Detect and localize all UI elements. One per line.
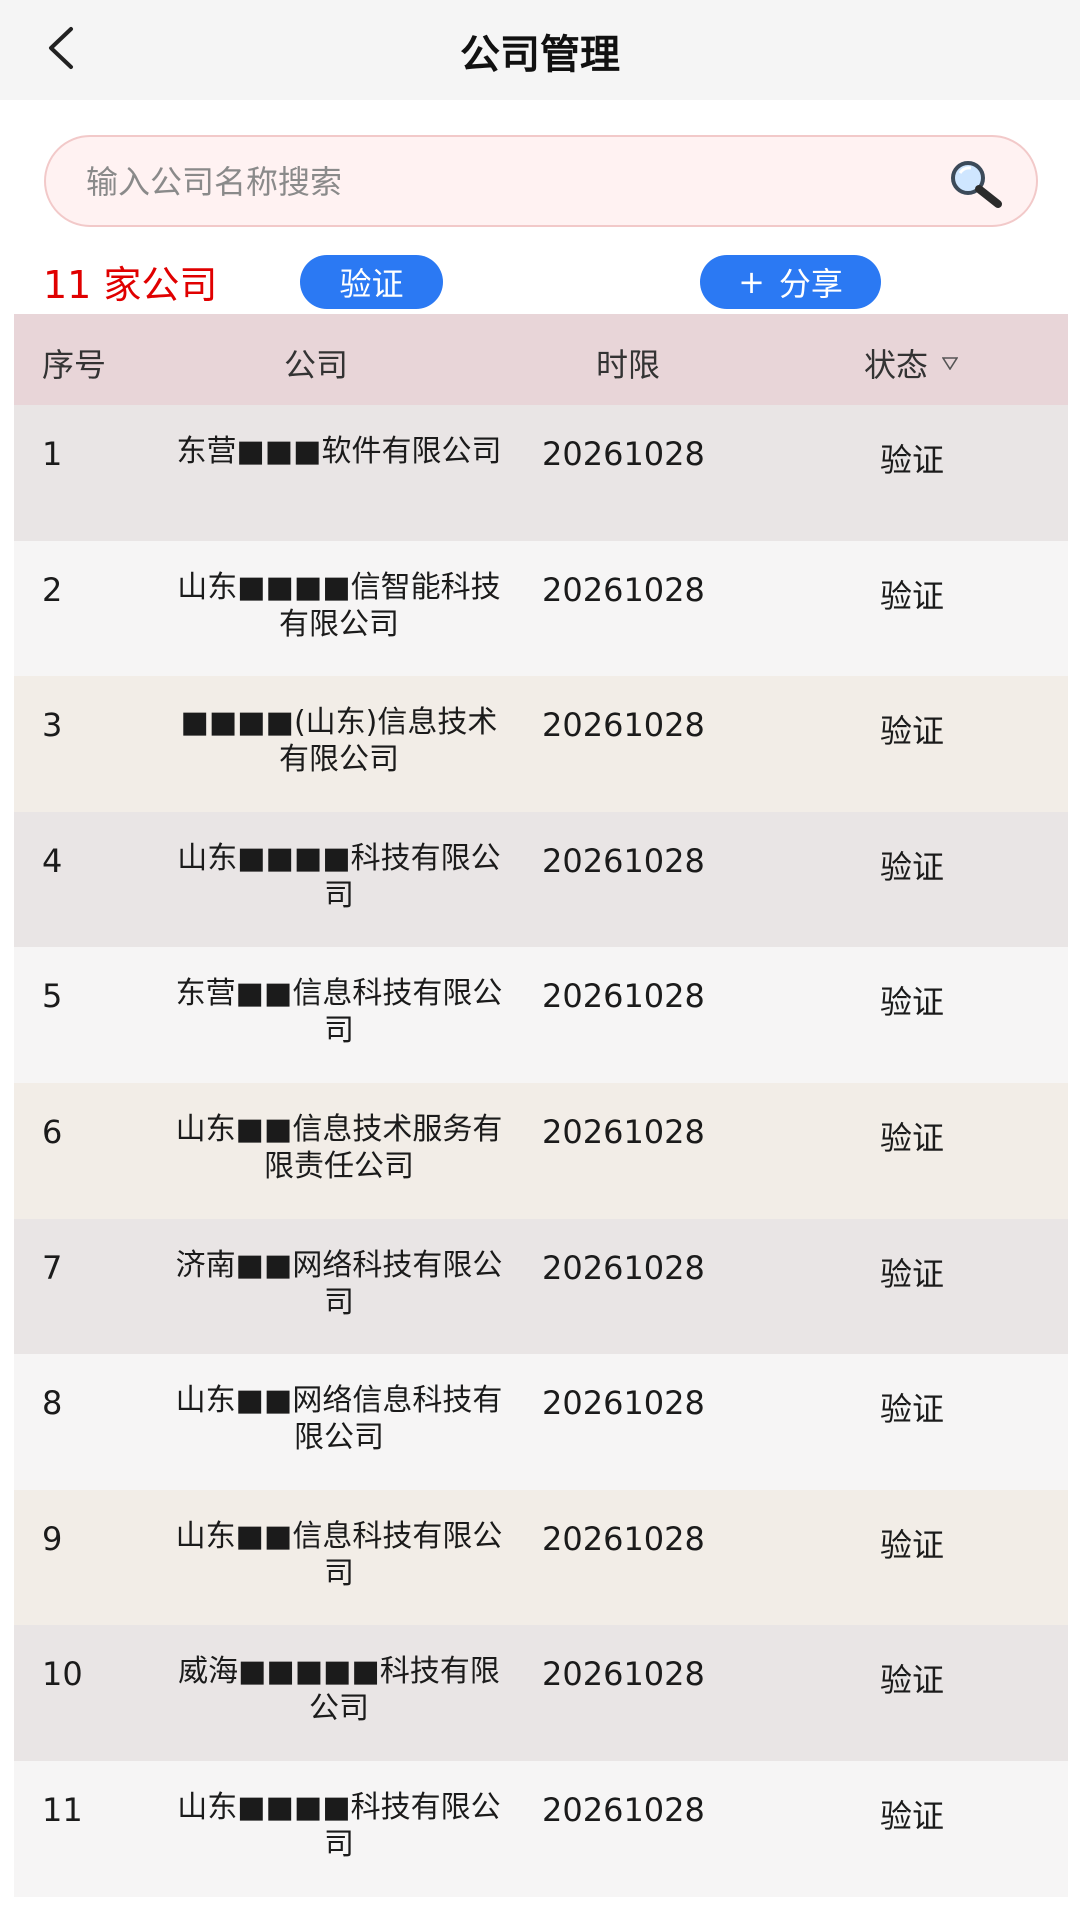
row-status[interactable]: 验证 <box>880 706 944 752</box>
row-term: 20261028 <box>542 435 705 473</box>
table-row[interactable]: 11 山东■■■■科技有限公司 20261028 验证 <box>14 1760 1068 1897</box>
row-term: 20261028 <box>542 570 705 609</box>
row-term: 20261028 <box>542 706 705 745</box>
column-header-term: 时限 <box>596 346 661 384</box>
row-index: 11 <box>42 1790 83 1829</box>
row-company-name: 山东■■信息科技有限公司 <box>175 1518 503 1591</box>
row-index: 2 <box>42 570 63 609</box>
row-term: 20261028 <box>542 1384 705 1423</box>
row-term: 20261028 <box>542 1519 705 1558</box>
search-button[interactable] <box>946 157 1006 209</box>
top-bar: 公司管理 <box>0 0 1080 100</box>
row-status[interactable]: 验证 <box>880 1791 944 1837</box>
table-row[interactable]: 2 山东■■■■信智能科技有限公司 20261028 验证 <box>14 540 1068 677</box>
row-index: 8 <box>42 1384 63 1423</box>
row-index: 5 <box>42 977 63 1016</box>
row-status[interactable]: 验证 <box>880 1384 944 1430</box>
row-company-name: 山东■■■■信智能科技有限公司 <box>177 569 501 642</box>
share-button[interactable]: + 分享 <box>700 255 881 309</box>
table-row[interactable]: 3 ■■■■(山东)信息技术有限公司 20261028 验证 <box>14 676 1068 812</box>
sort-down-icon <box>942 357 959 370</box>
table-row[interactable]: 7 济南■■网络科技有限公司 20261028 验证 <box>14 1218 1068 1355</box>
table-row[interactable]: 10 威海■■■■■科技有限公司 20261028 验证 <box>14 1625 1068 1761</box>
table-header: 序号 公司 时限 状态 <box>14 314 1068 405</box>
row-term: 20261028 <box>542 841 705 880</box>
row-company-name: 山东■■■■科技有限公司 <box>177 840 501 913</box>
row-status[interactable]: 验证 <box>880 1520 944 1566</box>
company-table: 序号 公司 时限 状态 1 东营■■■软件有限公司 20261028 验证 2 山东■■■… <box>14 314 1068 1897</box>
row-status[interactable]: 验证 <box>880 435 944 481</box>
row-company-name: 济南■■网络科技有限公司 <box>175 1247 503 1320</box>
row-status[interactable]: 验证 <box>880 1655 944 1701</box>
row-term: 20261028 <box>542 977 705 1016</box>
row-index: 1 <box>42 435 63 473</box>
row-index: 9 <box>42 1519 63 1558</box>
table-row[interactable]: 5 东营■■信息科技有限公司 20261028 验证 <box>14 947 1068 1083</box>
column-header-status[interactable]: 状态 <box>864 340 959 386</box>
row-term: 20261028 <box>542 1248 705 1287</box>
table-row[interactable]: 6 山东■■信息技术服务有限责任公司 20261028 验证 <box>14 1082 1068 1219</box>
table-row[interactable]: 1 东营■■■软件有限公司 20261028 验证 <box>14 405 1068 541</box>
row-index: 10 <box>42 1655 83 1694</box>
row-company-name: 东营■■信息科技有限公司 <box>175 976 503 1049</box>
company-count-label: 11 家公司 <box>43 263 218 307</box>
column-header-status-label: 状态 <box>864 346 929 384</box>
row-term: 20261028 <box>542 1790 705 1829</box>
row-index: 7 <box>42 1248 63 1287</box>
row-status[interactable]: 验证 <box>880 977 944 1023</box>
share-label: 分享 <box>778 265 843 303</box>
plus-icon: + <box>738 263 765 301</box>
verify-button[interactable]: 验证 <box>300 255 443 309</box>
search-input[interactable] <box>86 153 926 211</box>
row-term: 20261028 <box>542 1655 705 1694</box>
row-status[interactable]: 验证 <box>880 1113 944 1159</box>
table-row[interactable]: 9 山东■■信息科技有限公司 20261028 验证 <box>14 1489 1068 1626</box>
row-company-name: ■■■■(山东)信息技术有限公司 <box>180 705 498 778</box>
row-company-name: 威海■■■■■科技有限公司 <box>178 1654 500 1727</box>
table-body: 1 东营■■■软件有限公司 20261028 验证 2 山东■■■■信智能科技有限公司 20… <box>14 405 1068 1897</box>
row-index: 6 <box>42 1112 63 1151</box>
row-index: 4 <box>42 841 63 880</box>
row-index: 3 <box>42 706 63 745</box>
table-row[interactable]: 8 山东■■网络信息科技有限公司 20261028 验证 <box>14 1354 1068 1490</box>
search-icon <box>951 161 1002 208</box>
row-status[interactable]: 验证 <box>880 1249 944 1295</box>
column-header-index: 序号 <box>42 346 107 384</box>
column-header-company: 公司 <box>284 346 349 384</box>
row-company-name: 山东■■网络信息科技有限公司 <box>175 1383 503 1456</box>
row-term: 20261028 <box>542 1112 705 1151</box>
row-company-name: 山东■■■■科技有限公司 <box>177 1789 501 1862</box>
row-company-name: 山东■■信息技术服务有限责任公司 <box>175 1111 503 1184</box>
search-bar <box>44 135 1038 227</box>
page-title: 公司管理 <box>460 32 620 78</box>
row-company-name: 东营■■■软件有限公司 <box>176 434 502 469</box>
row-status[interactable]: 验证 <box>880 571 944 617</box>
table-row[interactable]: 4 山东■■■■科技有限公司 20261028 验证 <box>14 811 1068 948</box>
row-status[interactable]: 验证 <box>880 842 944 888</box>
